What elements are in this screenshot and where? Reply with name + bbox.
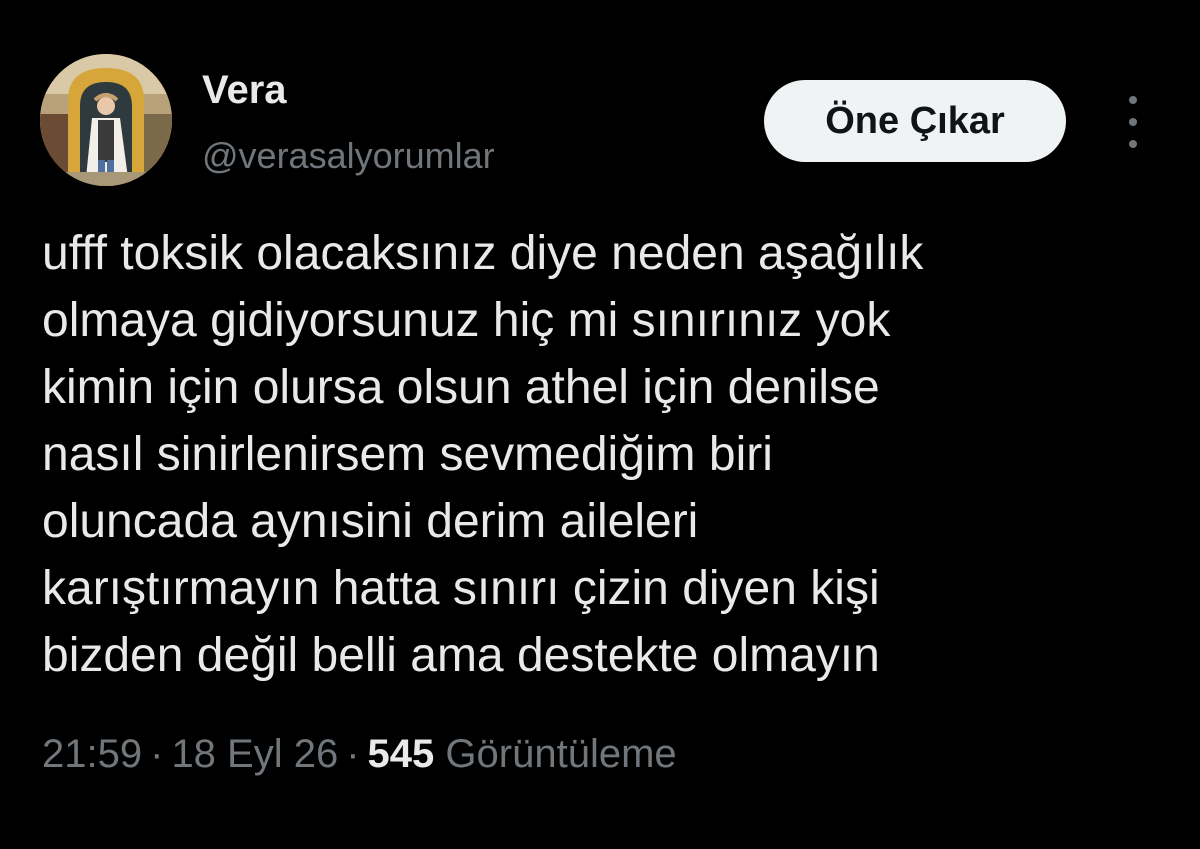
tweet-meta: 21:59 · 18 Eyl 26 · 545 Görüntüleme: [42, 726, 677, 782]
more-dot: [1129, 96, 1137, 104]
display-name[interactable]: Vera: [202, 66, 287, 114]
avatar-image: [40, 54, 172, 186]
tweet: Vera @verasalyorumlar Öne Çıkar ufff tok…: [0, 0, 1200, 849]
user-handle[interactable]: @verasalyorumlar: [202, 134, 495, 178]
more-vertical-icon[interactable]: [1114, 96, 1152, 148]
more-dot: [1129, 118, 1137, 126]
tweet-date[interactable]: 18 Eyl 26: [171, 732, 338, 776]
highlight-button[interactable]: Öne Çıkar: [764, 80, 1066, 162]
views-count[interactable]: 545: [368, 732, 435, 776]
avatar[interactable]: [40, 54, 172, 186]
more-dot: [1129, 140, 1137, 148]
tweet-time[interactable]: 21:59: [42, 732, 142, 776]
meta-separator: ·: [346, 732, 360, 776]
meta-separator: ·: [150, 732, 164, 776]
tweet-text: ufff toksik olacaksınız diye neden aşağı…: [42, 227, 924, 682]
views-label: Görüntüleme: [445, 732, 677, 776]
